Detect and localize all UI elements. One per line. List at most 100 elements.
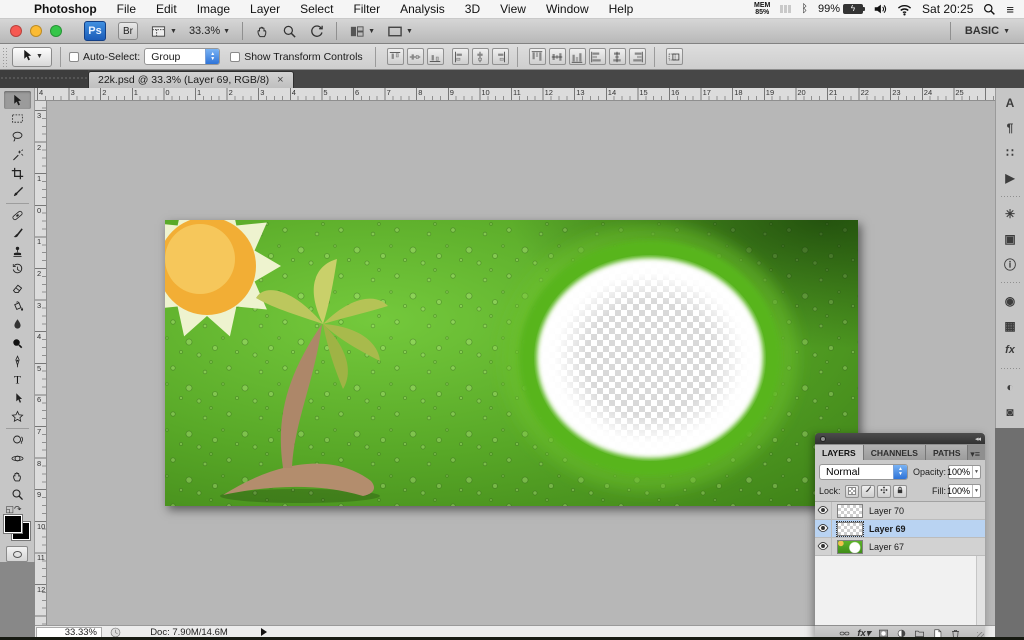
zoom-tool[interactable] xyxy=(4,486,31,504)
auto-align-layers-button[interactable] xyxy=(666,48,683,65)
layer-thumbnail[interactable] xyxy=(837,540,863,554)
zoom-level-dropdown[interactable]: 33.3%▼ xyxy=(189,25,230,37)
spot-healing-brush-tool[interactable] xyxy=(4,206,31,224)
3d-orbit-tool[interactable] xyxy=(4,449,31,467)
tab-channels[interactable]: CHANNELS xyxy=(864,445,926,460)
clone-source-panel-icon[interactable]: ∷ xyxy=(1000,144,1021,162)
move-tool[interactable] xyxy=(4,91,31,109)
fill-field[interactable]: 100% ▼ xyxy=(948,484,981,498)
show-transform-checkbox[interactable] xyxy=(230,52,240,62)
layer-visibility-toggle[interactable] xyxy=(815,538,832,555)
dodge-tool[interactable] xyxy=(4,334,31,352)
rectangular-marquee-tool[interactable] xyxy=(4,109,31,127)
menu-filter[interactable]: Filter xyxy=(343,0,390,19)
memory-bars-icon[interactable] xyxy=(780,5,791,13)
lasso-tool[interactable] xyxy=(4,128,31,146)
type-tool[interactable]: T xyxy=(4,371,31,389)
layer-row-layer-67[interactable]: Layer 67 xyxy=(815,538,985,556)
lock-image-pixels-button[interactable] xyxy=(861,485,875,498)
zoom-window-button[interactable] xyxy=(50,25,62,37)
wifi-icon[interactable] xyxy=(897,2,912,17)
brush-tool[interactable] xyxy=(4,224,31,242)
path-selection-tool[interactable] xyxy=(4,389,31,407)
minimize-window-button[interactable] xyxy=(30,25,42,37)
histogram-panel-icon[interactable]: ◐ xyxy=(1000,378,1021,396)
info-panel-icon[interactable]: ⓘ xyxy=(1000,255,1021,273)
bluetooth-icon[interactable]: ᛒ xyxy=(801,3,808,15)
opacity-field[interactable]: 100% ▼ xyxy=(948,465,981,479)
arrange-documents-dropdown[interactable]: ▼ xyxy=(349,24,375,39)
document-tab[interactable]: 22k.psd @ 33.3% (Layer 69, RGB/8) × xyxy=(88,71,294,88)
character-panel-icon[interactable]: A xyxy=(1000,94,1021,112)
quick-mask-button[interactable] xyxy=(6,546,28,562)
crop-tool[interactable] xyxy=(4,164,31,182)
layer-thumbnail[interactable] xyxy=(837,522,863,536)
panel-close-icon[interactable] xyxy=(820,436,826,442)
vertical-ruler[interactable]: 3210123456789101112 xyxy=(35,101,47,625)
memory-indicator[interactable]: MEM85% xyxy=(754,2,770,16)
color-panel-icon[interactable]: ◉ xyxy=(1000,292,1021,310)
screen-mode-dropdown[interactable]: ▼ xyxy=(387,24,413,39)
fill-slider-icon[interactable]: ▼ xyxy=(972,485,980,497)
align-top-edges-button[interactable] xyxy=(387,48,404,65)
paragraph-panel-icon[interactable]: ¶ xyxy=(1000,119,1021,137)
menu-window[interactable]: Window xyxy=(536,0,599,19)
horizontal-ruler[interactable]: 4321012345678910111213141516171819202122… xyxy=(35,88,995,101)
align-bottom-edges-button[interactable] xyxy=(427,48,444,65)
menu-photoshop[interactable]: Photoshop xyxy=(24,0,107,19)
opacity-slider-icon[interactable]: ▼ xyxy=(972,466,980,478)
status-zoom-field[interactable]: 33.33% xyxy=(36,627,102,638)
navigator-panel-icon[interactable]: ◙ xyxy=(1000,403,1021,421)
quick-selection-tool[interactable] xyxy=(4,146,31,164)
view-extras-dropdown[interactable]: ▼ xyxy=(150,24,177,39)
collapse-panel-icon[interactable]: ◂◂ xyxy=(975,435,980,443)
workspace-switcher[interactable]: BASIC▼ xyxy=(950,22,1010,40)
menu-view[interactable]: View xyxy=(490,0,536,19)
align-horizontal-centers-button[interactable] xyxy=(472,48,489,65)
layers-scrollbar[interactable] xyxy=(976,556,985,625)
swap-colors-icon[interactable]: ◱↷ xyxy=(4,504,31,515)
distribute-right-edges-button[interactable] xyxy=(629,48,646,65)
distribute-horizontal-centers-button[interactable] xyxy=(609,48,626,65)
distribute-left-edges-button[interactable] xyxy=(589,48,606,65)
menu-edit[interactable]: Edit xyxy=(146,0,187,19)
lock-transparent-pixels-button[interactable] xyxy=(845,485,859,498)
hand-tool-button[interactable] xyxy=(255,24,270,39)
launch-bridge-button[interactable]: Br xyxy=(118,22,138,40)
hand-tool[interactable] xyxy=(4,467,31,485)
distribute-bottom-edges-button[interactable] xyxy=(569,48,586,65)
menu-image[interactable]: Image xyxy=(187,0,240,19)
menu-layer[interactable]: Layer xyxy=(240,0,290,19)
align-left-edges-button[interactable] xyxy=(452,48,469,65)
status-flyout-icon[interactable] xyxy=(261,628,267,636)
document-canvas[interactable] xyxy=(165,220,858,506)
blend-mode-dropdown[interactable]: Normal ▲▼ xyxy=(819,464,908,480)
styles-panel-icon[interactable]: fx xyxy=(1000,342,1021,360)
layer-visibility-toggle[interactable] xyxy=(815,502,832,519)
spotlight-icon[interactable] xyxy=(983,3,996,16)
layer-row-layer-69[interactable]: Layer 69 xyxy=(815,520,985,538)
lock-all-button[interactable] xyxy=(893,485,907,498)
eyedropper-tool[interactable] xyxy=(4,183,31,201)
menu-file[interactable]: File xyxy=(107,0,146,19)
eraser-tool[interactable] xyxy=(4,279,31,297)
menu-help[interactable]: Help xyxy=(599,0,644,19)
clone-stamp-tool[interactable] xyxy=(4,242,31,260)
actions-panel-icon[interactable]: ▶ xyxy=(1000,169,1021,187)
menu-analysis[interactable]: Analysis xyxy=(390,0,455,19)
distribute-vertical-centers-button[interactable] xyxy=(549,48,566,65)
gradient-tool[interactable] xyxy=(4,297,31,315)
auto-select-dropdown[interactable]: Group ▲▼ xyxy=(144,48,220,65)
menu-clock[interactable]: Sat 20:25 xyxy=(922,2,973,16)
menu-3d[interactable]: 3D xyxy=(455,0,490,19)
battery-indicator[interactable]: 99% ϟ xyxy=(818,3,863,15)
adjustments-panel-icon[interactable]: ✳ xyxy=(1000,205,1021,223)
layers-panel-header[interactable]: ◂◂ xyxy=(815,433,985,444)
masks-panel-icon[interactable]: ▣ xyxy=(1000,230,1021,248)
auto-select-checkbox[interactable] xyxy=(69,52,79,62)
align-right-edges-button[interactable] xyxy=(492,48,509,65)
tool-preset-picker[interactable]: ▼ xyxy=(12,47,52,67)
lock-position-button[interactable] xyxy=(877,485,891,498)
notification-center-icon[interactable]: ≡ xyxy=(1006,2,1014,17)
options-bar-grip[interactable] xyxy=(2,47,9,67)
